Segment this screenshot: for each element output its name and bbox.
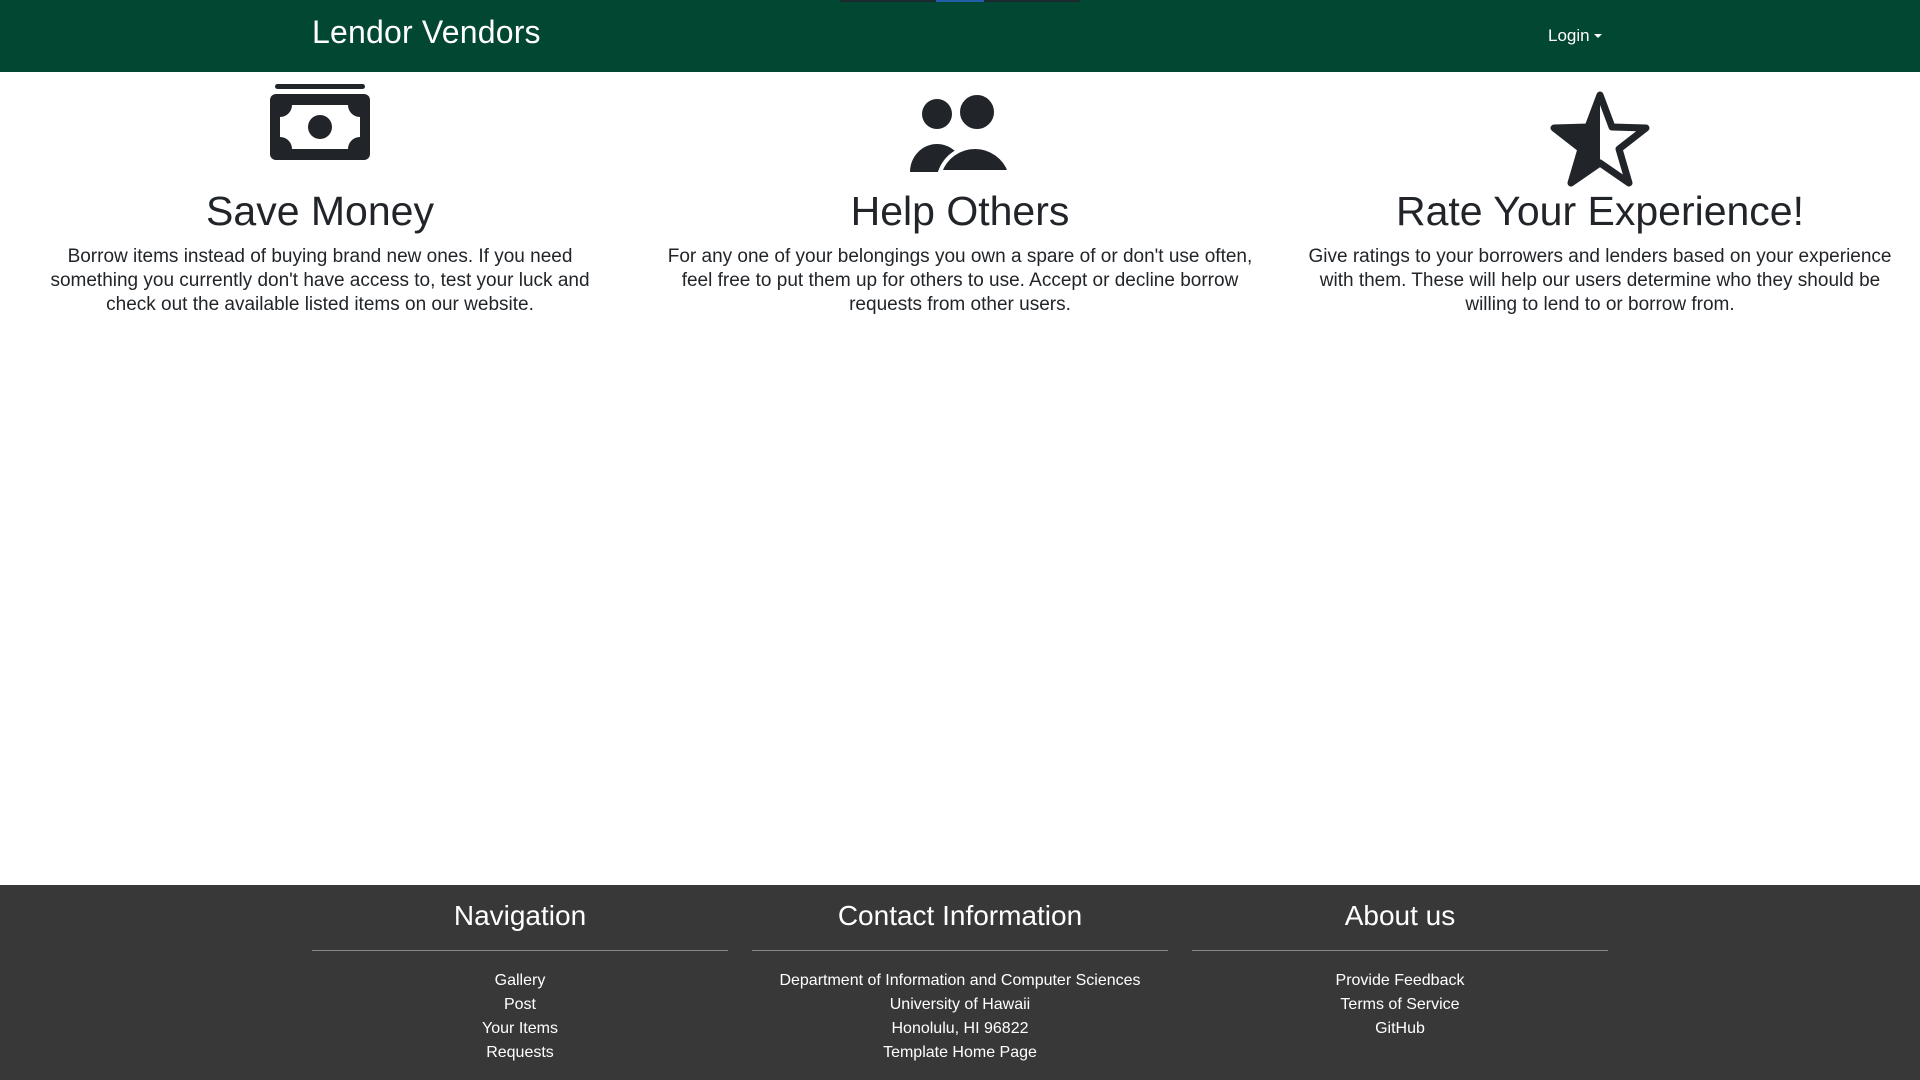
brand-link[interactable]: Lendor Vendors <box>312 14 541 51</box>
footer-about-list: Provide Feedback Terms of Service GitHub <box>1192 969 1608 1041</box>
footer-divider <box>1192 950 1608 951</box>
top-tab-indicator <box>840 0 936 2</box>
star-half-icon <box>1550 91 1650 187</box>
contact-department: Department of Information and Computer S… <box>779 972 1141 989</box>
top-tab-strip <box>840 0 1080 2</box>
footer-link-your-items[interactable]: Your Items <box>312 1017 728 1041</box>
feature-text: For any one of your belongings you own a… <box>667 246 1253 315</box>
top-navbar: Lendor Vendors Login <box>0 0 1920 72</box>
login-dropdown[interactable]: Login <box>1548 26 1602 46</box>
footer-link-template-home[interactable]: Template Home Page <box>752 1041 1168 1065</box>
footer-link-post[interactable]: Post <box>312 993 728 1017</box>
users-icon <box>910 92 1010 174</box>
contact-university: University of Hawaii <box>889 996 1031 1013</box>
footer-link-github[interactable]: GitHub <box>1192 1017 1608 1041</box>
footer-link-feedback[interactable]: Provide Feedback <box>1192 969 1608 993</box>
feature-title: Rate Your Experience! <box>1396 188 1804 234</box>
top-tab-indicator-active <box>936 0 984 2</box>
footer-link-terms[interactable]: Terms of Service <box>1192 993 1608 1017</box>
contact-address: Honolulu, HI 96822 <box>891 1020 1029 1037</box>
footer-contact-list: Department of Information and Computer S… <box>752 969 1168 1065</box>
feature-text: Give ratings to your borrowers and lende… <box>1308 246 1892 315</box>
features-section: Save Money Borrow items instead of buyin… <box>0 72 1920 372</box>
footer-nav-list: Gallery Post Your Items Requests <box>312 969 728 1065</box>
footer-link-gallery[interactable]: Gallery <box>312 969 728 993</box>
feature-title: Help Others <box>850 188 1070 234</box>
footer-divider <box>752 950 1168 951</box>
footer-heading: Navigation <box>453 900 587 931</box>
footer: Navigation Gallery Post Your Items Reque… <box>0 885 1920 1080</box>
footer-link-requests[interactable]: Requests <box>312 1041 728 1065</box>
footer-divider <box>312 950 728 951</box>
footer-heading: Contact Information <box>837 900 1083 931</box>
login-label: Login <box>1548 26 1590 45</box>
footer-heading: About us <box>1344 900 1456 931</box>
feature-title: Save Money <box>206 188 434 234</box>
caret-down-icon <box>1593 34 1602 38</box>
feature-text: Borrow items instead of buying brand new… <box>50 246 590 315</box>
top-tab-indicator <box>984 0 1080 2</box>
money-bill-icon <box>270 84 370 160</box>
